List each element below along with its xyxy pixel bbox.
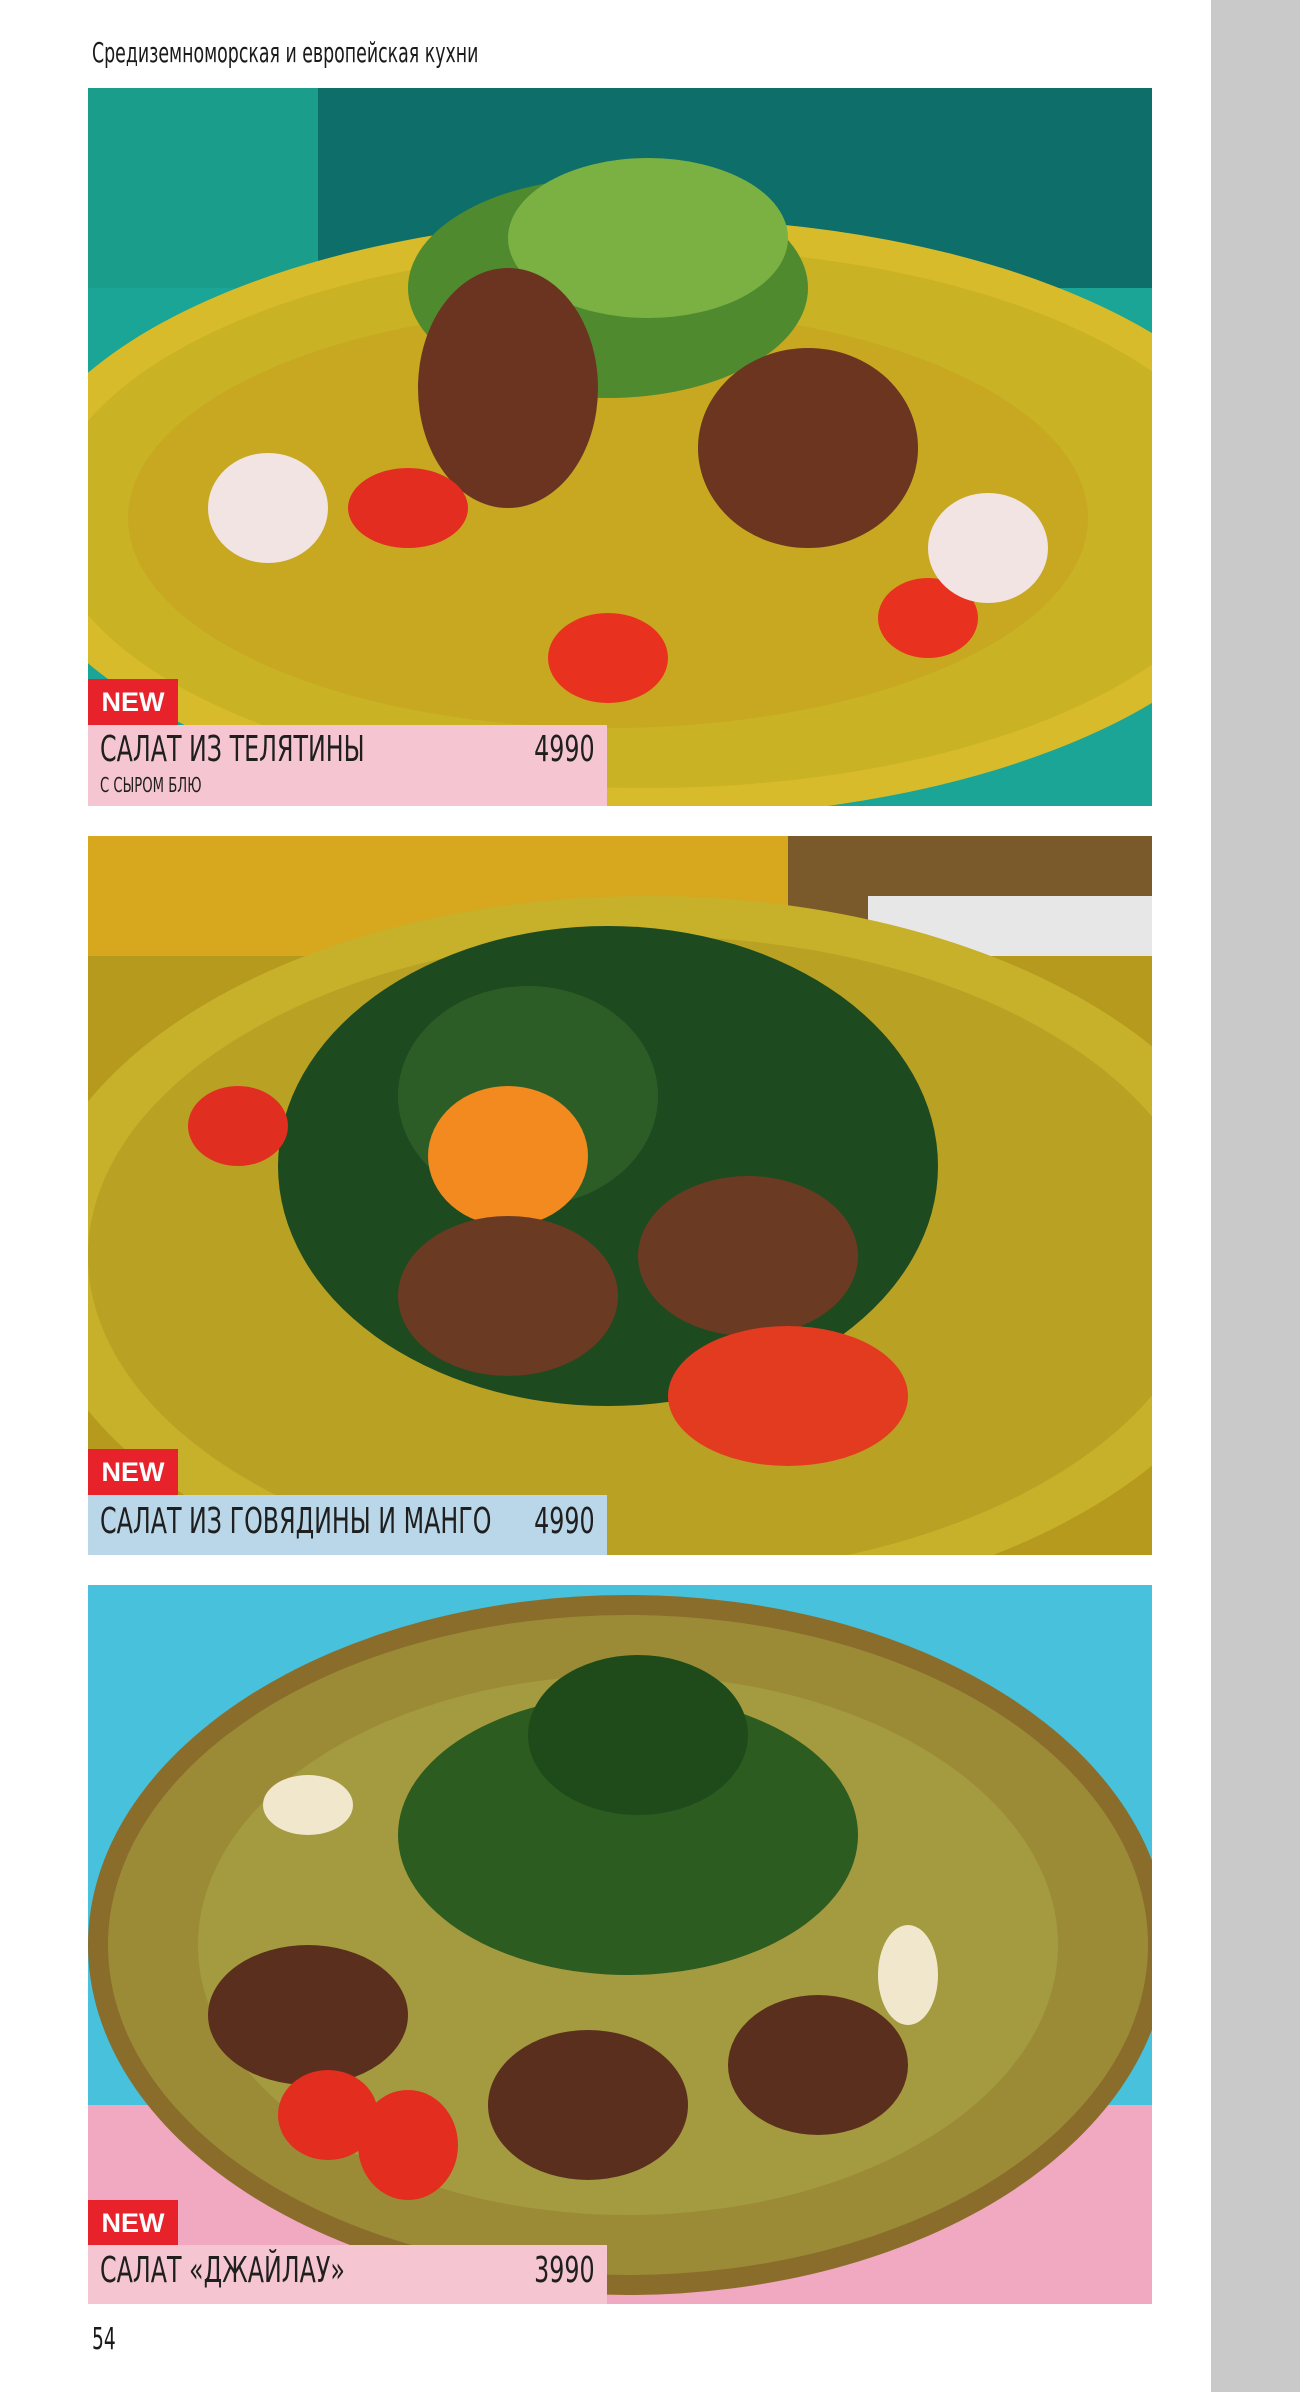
dish-label: САЛАТ «ДЖАЙЛАУ» 3990	[88, 2245, 607, 2304]
dish-label: САЛАТ ИЗ ГОВЯДИНЫ И МАНГО 4990	[88, 1495, 607, 1555]
dish-price: 4990	[534, 729, 595, 770]
dish-photo-veal-salad	[88, 88, 1152, 806]
right-margin-bar	[1211, 0, 1300, 2392]
dish-price: 3990	[534, 2250, 595, 2291]
section-title: Средиземноморская и европейская кухни	[92, 36, 479, 69]
dish-name: САЛАТ «ДЖАЙЛАУ»	[100, 2250, 345, 2291]
new-badge: NEW	[88, 1449, 178, 1495]
new-badge: NEW	[88, 679, 178, 725]
page-number: 54	[92, 2322, 116, 2357]
dish-card-veal-salad[interactable]: NEW САЛАТ ИЗ ТЕЛЯТИНЫ С СЫРОМ БЛЮ 4990	[88, 88, 1152, 806]
new-badge: NEW	[88, 2200, 178, 2246]
dish-card-jailau-salad[interactable]: NEW САЛАТ «ДЖАЙЛАУ» 3990	[88, 1585, 1152, 2304]
dish-price: 4990	[534, 1501, 595, 1542]
dish-photo-jailau-salad	[88, 1585, 1152, 2304]
dish-photo-beef-mango-salad	[88, 836, 1152, 1555]
dish-label: САЛАТ ИЗ ТЕЛЯТИНЫ С СЫРОМ БЛЮ 4990	[88, 725, 607, 806]
dish-card-beef-mango-salad[interactable]: NEW САЛАТ ИЗ ГОВЯДИНЫ И МАНГО 4990	[88, 836, 1152, 1555]
dish-name: САЛАТ ИЗ ТЕЛЯТИНЫ	[100, 729, 365, 770]
dish-name: САЛАТ ИЗ ГОВЯДИНЫ И МАНГО	[100, 1501, 492, 1542]
dish-subtitle: С СЫРОМ БЛЮ	[100, 773, 202, 797]
